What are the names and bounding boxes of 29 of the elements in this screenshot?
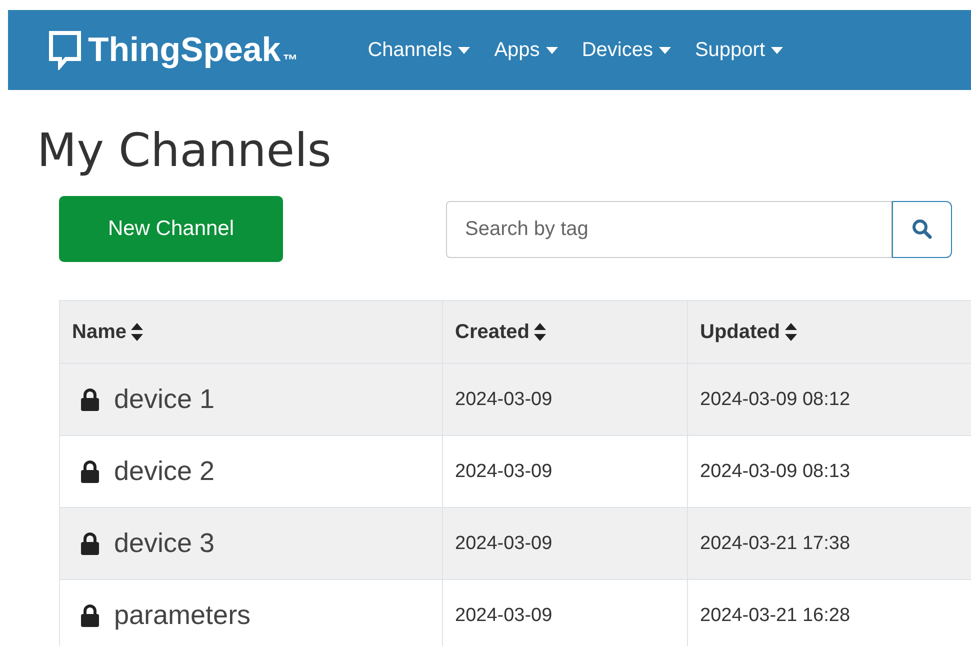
brand-logo[interactable]: ThingSpeak™ (48, 30, 298, 70)
new-channel-button[interactable]: New Channel (59, 196, 283, 262)
caret-icon (546, 46, 558, 54)
table-cell: 2024-03-21 17:38 (688, 508, 971, 580)
search-icon (912, 219, 932, 239)
caret-icon (458, 46, 470, 54)
sort-icon[interactable] (130, 322, 144, 342)
column-header[interactable]: Updated (688, 300, 971, 364)
sort-icon[interactable] (533, 322, 548, 342)
speech-bubble-icon (48, 30, 82, 70)
nav-menu[interactable]: Apps (494, 38, 558, 62)
channel-link[interactable]: device 2 (114, 456, 215, 487)
caret-icon (658, 46, 671, 54)
table-cell: 2024-03-09 08:12 (688, 364, 971, 436)
column-header[interactable]: Name (60, 300, 442, 364)
column-header[interactable]: Created (442, 300, 688, 364)
sort-icon[interactable] (784, 322, 798, 342)
nav-menu[interactable]: Support (694, 38, 784, 62)
channel-link[interactable]: device 1 (114, 384, 215, 415)
page-title: My Channels (37, 122, 332, 179)
nav-menu[interactable]: Devices (582, 38, 671, 62)
search-field[interactable]: Search by tag (446, 200, 892, 258)
nav-menu[interactable]: Channels (368, 38, 470, 62)
channel-link[interactable]: device 3 (114, 528, 215, 559)
table-cell: 2024-03-09 (442, 508, 688, 580)
channel-link[interactable]: parameters (114, 600, 251, 631)
search-button[interactable] (892, 200, 952, 258)
caret-icon (771, 46, 784, 54)
table-cell: 2024-03-09 (442, 364, 688, 436)
